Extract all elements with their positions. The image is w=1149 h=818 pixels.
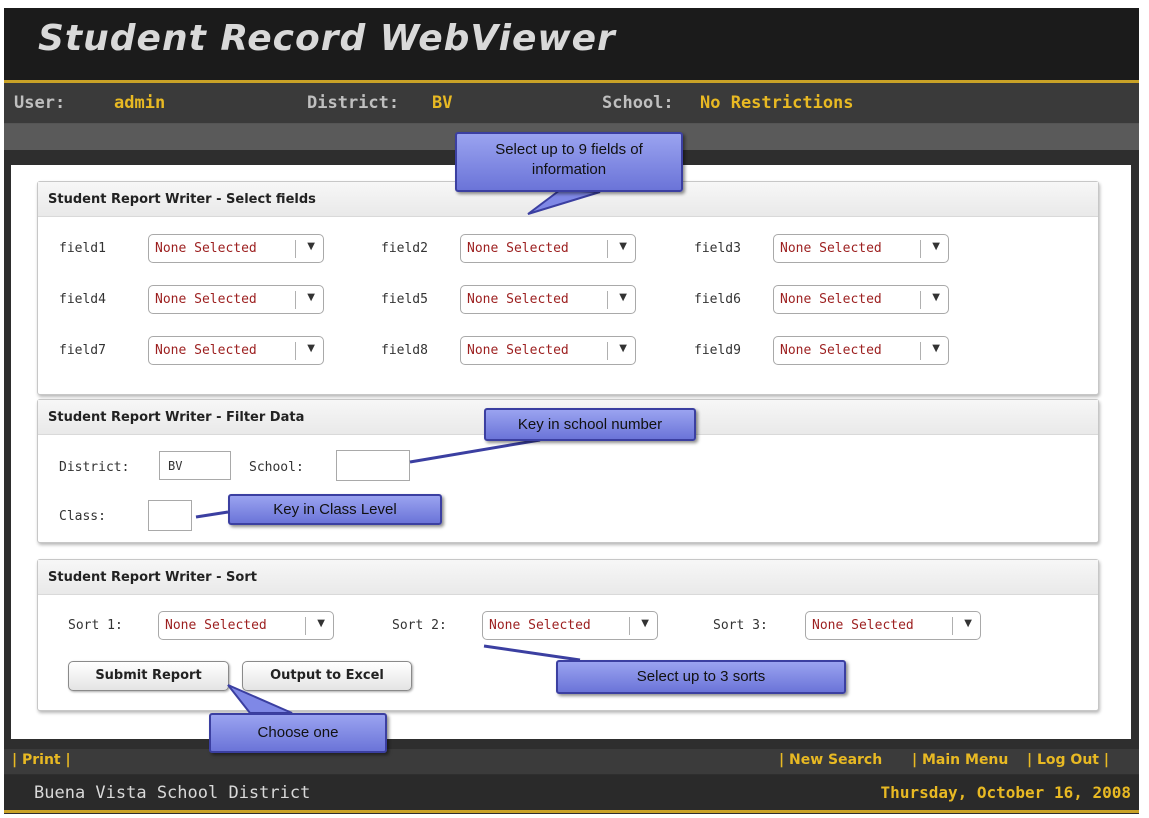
dropdown-arrow-icon: ▼: [619, 343, 627, 354]
select-separator: [920, 240, 921, 258]
field1-label: field1: [59, 241, 106, 256]
output-to-excel-button[interactable]: Output to Excel: [242, 661, 412, 691]
dropdown-arrow-icon: ▼: [307, 343, 315, 354]
select-separator: [920, 291, 921, 309]
district-label: District:: [307, 93, 400, 113]
user-info-bar: User: admin District: BV School: No Rest…: [4, 83, 1139, 124]
main-menu-link[interactable]: | Main Menu: [912, 752, 1008, 768]
user-label: User:: [14, 93, 66, 113]
sort2-value: None Selected: [489, 618, 591, 633]
filter-district-input[interactable]: BV: [159, 451, 231, 480]
dropdown-arrow-icon: ▼: [932, 241, 940, 252]
field3-value: None Selected: [780, 241, 882, 256]
sort1-value: None Selected: [165, 618, 267, 633]
sort1-select[interactable]: None Selected ▼: [158, 611, 334, 640]
field4-select[interactable]: None Selected ▼: [148, 285, 324, 314]
footer-bar: Buena Vista School District Thursday, Oc…: [4, 775, 1139, 813]
select-separator: [607, 240, 608, 258]
dropdown-arrow-icon: ▼: [932, 292, 940, 303]
field9-value: None Selected: [780, 343, 882, 358]
user-value: admin: [114, 93, 166, 113]
select-separator: [295, 291, 296, 309]
dropdown-arrow-icon: ▼: [932, 343, 940, 354]
footer-links-bar: | Print | | New Search | Main Menu | Log…: [4, 749, 1139, 774]
field5-value: None Selected: [467, 292, 569, 307]
field4-value: None Selected: [155, 292, 257, 307]
select-separator: [295, 240, 296, 258]
field3-label: field3: [694, 241, 741, 256]
dropdown-arrow-icon: ▼: [964, 618, 972, 629]
callout-sorts: Select up to 3 sorts: [556, 660, 846, 694]
class-level-input[interactable]: [148, 500, 192, 531]
sort3-select[interactable]: None Selected ▼: [805, 611, 981, 640]
callout-choose-one: Choose one: [209, 713, 387, 753]
sort2-label: Sort 2:: [392, 618, 447, 633]
log-out-link[interactable]: | Log Out |: [1027, 752, 1109, 768]
field6-label: field6: [694, 292, 741, 307]
callout-select-fields: Select up to 9 fields of information: [455, 132, 683, 192]
dropdown-arrow-icon: ▼: [307, 292, 315, 303]
field3-select[interactable]: None Selected ▼: [773, 234, 949, 263]
district-value: BV: [432, 93, 453, 113]
sort3-value: None Selected: [812, 618, 914, 633]
sort2-select[interactable]: None Selected ▼: [482, 611, 658, 640]
field5-select[interactable]: None Selected ▼: [460, 285, 636, 314]
select-separator: [607, 291, 608, 309]
print-link[interactable]: | Print |: [12, 752, 71, 768]
select-separator: [305, 617, 306, 635]
dropdown-arrow-icon: ▼: [619, 292, 627, 303]
select-separator: [629, 617, 630, 635]
field5-label: field5: [381, 292, 428, 307]
field7-value: None Selected: [155, 343, 257, 358]
filter-school-label: School:: [249, 460, 304, 475]
field2-select[interactable]: None Selected ▼: [460, 234, 636, 263]
new-search-link[interactable]: | New Search: [779, 752, 882, 768]
field8-select[interactable]: None Selected ▼: [460, 336, 636, 365]
select-separator: [920, 342, 921, 360]
field8-label: field8: [381, 343, 428, 358]
app-header: Student Record WebViewer: [4, 8, 1139, 83]
field2-label: field2: [381, 241, 428, 256]
school-label: School:: [602, 93, 674, 113]
filter-district-label: District:: [59, 460, 130, 475]
dropdown-arrow-icon: ▼: [641, 618, 649, 629]
field6-value: None Selected: [780, 292, 882, 307]
field1-value: None Selected: [155, 241, 257, 256]
field9-label: field9: [694, 343, 741, 358]
filter-class-label: Class:: [59, 509, 106, 524]
callout-school-number: Key in school number: [484, 408, 696, 441]
select-separator: [607, 342, 608, 360]
select-fields-panel: Student Report Writer - Select fields fi…: [37, 181, 1099, 395]
field1-select[interactable]: None Selected ▼: [148, 234, 324, 263]
field7-label: field7: [59, 343, 106, 358]
select-separator: [295, 342, 296, 360]
field2-value: None Selected: [467, 241, 569, 256]
dropdown-arrow-icon: ▼: [317, 618, 325, 629]
callout-class-level: Key in Class Level: [228, 494, 442, 525]
dropdown-arrow-icon: ▼: [619, 241, 627, 252]
school-value: No Restrictions: [700, 93, 854, 113]
field4-label: field4: [59, 292, 106, 307]
district-name: Buena Vista School District: [34, 783, 311, 803]
sort1-label: Sort 1:: [68, 618, 123, 633]
school-number-input[interactable]: [336, 450, 410, 481]
main-content: Student Report Writer - Select fields fi…: [11, 165, 1131, 739]
field8-value: None Selected: [467, 343, 569, 358]
select-separator: [952, 617, 953, 635]
app-title: Student Record WebViewer: [38, 18, 616, 59]
field9-select[interactable]: None Selected ▼: [773, 336, 949, 365]
current-date: Thursday, October 16, 2008: [880, 783, 1131, 802]
field6-select[interactable]: None Selected ▼: [773, 285, 949, 314]
submit-report-button[interactable]: Submit Report: [68, 661, 229, 691]
sort-title: Student Report Writer - Sort: [38, 560, 1098, 595]
field7-select[interactable]: None Selected ▼: [148, 336, 324, 365]
dropdown-arrow-icon: ▼: [307, 241, 315, 252]
sort3-label: Sort 3:: [713, 618, 768, 633]
